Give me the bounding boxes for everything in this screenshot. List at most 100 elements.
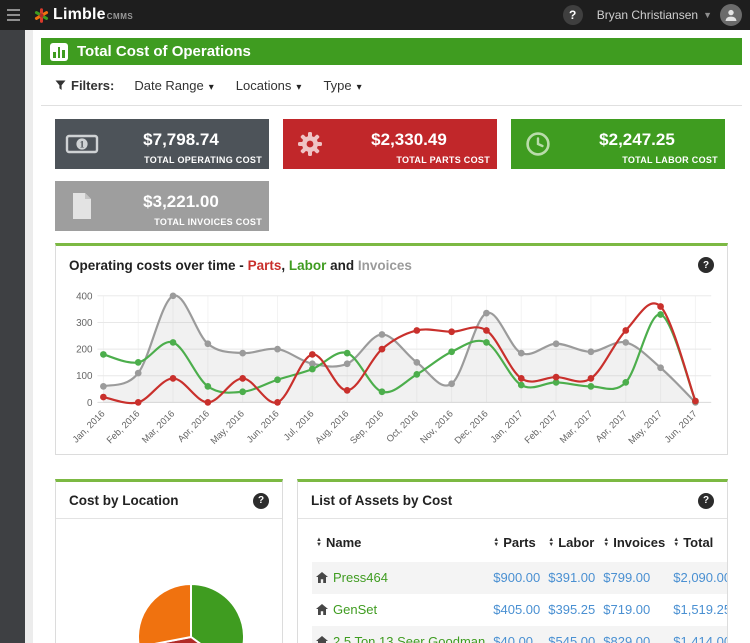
svg-text:Dec, 2016: Dec, 2016 [453,409,490,446]
operating-costs-line-chart: 0 100 200 300 400 Jan, 2016Feb, 2016Mar, 2016… [71,291,712,446]
stat-label: TOTAL PARTS COST [396,155,490,165]
cost-by-location-panel: Cost by Location [55,478,283,643]
total-cost-link[interactable]: $1,414.00 [673,634,727,643]
invoices-cost-link[interactable]: $829.00 [603,634,650,643]
svg-text:May, 2017: May, 2017 [626,409,663,446]
filter-locations[interactable]: Locations [236,78,302,93]
svg-text:Jun, 2017: Jun, 2017 [663,409,699,445]
help-icon[interactable] [562,5,583,25]
filter-date-range[interactable]: Date Range [134,78,213,93]
stat-card-labor: $2,247.25 TOTAL LABOR COST [511,119,725,169]
app: Limble CMMS Bryan Christiansen ▼ Total C… [0,0,750,643]
banknote-icon: 1 [63,133,101,155]
svg-text:Jun, 2016: Jun, 2016 [245,409,281,445]
svg-text:Jan, 2016: Jan, 2016 [71,409,107,445]
table-row: 2.5 Ton 13 Seer Goodman $40.00 $545.00 $… [312,625,727,643]
invoices-cost-link[interactable]: $799.00 [603,570,650,585]
page-title: Total Cost of Operations [77,43,251,60]
parts-cost-link[interactable]: $405.00 [493,602,540,617]
filters-bar: Filters: Date Range Locations Type [41,65,742,106]
svg-text:100: 100 [76,371,93,382]
svg-text:300: 300 [76,318,93,329]
filter-funnel-icon [55,80,66,90]
file-icon [63,192,101,220]
clock-icon [519,131,557,157]
table-row: GenSet $405.00 $395.25 $719.00 $1,519.25 [312,594,727,626]
operating-costs-chart-panel: Operating costs over time - Parts, Labor… [55,243,728,455]
col-header-total[interactable]: Total [669,529,727,562]
user-menu[interactable]: Bryan Christiansen [597,8,698,22]
stat-cards-row-2: $3,221.00 TOTAL INVOICES COST [55,181,725,231]
filters-label: Filters: [55,78,114,93]
svg-text:Jul, 2016: Jul, 2016 [282,409,316,443]
collapsed-sidebar[interactable] [0,30,25,643]
stat-label: TOTAL INVOICES COST [154,217,262,227]
stat-card-parts: $2,330.49 TOTAL PARTS COST [283,119,497,169]
home-icon [316,571,328,583]
sort-icon [548,538,554,548]
svg-text:Jan, 2017: Jan, 2017 [489,409,525,445]
filter-type[interactable]: Type [323,78,361,93]
chart-title-invoices: Invoices [357,257,412,273]
labor-cost-link[interactable]: $395.25 [548,602,595,617]
svg-text:Feb, 2017: Feb, 2017 [523,409,560,446]
person-icon [725,9,737,21]
assets-help-icon[interactable] [698,492,714,509]
svg-text:200: 200 [76,345,93,356]
home-icon [316,603,328,615]
col-header-invoices[interactable]: Invoices [599,529,669,562]
parts-cost-link[interactable]: $900.00 [493,570,540,585]
svg-text:Nov, 2016: Nov, 2016 [418,409,455,446]
svg-text:1: 1 [80,140,85,150]
stat-card-operating: 1 $7,798.74 TOTAL OPERATING COST [55,119,269,169]
col-header-parts[interactable]: Parts [489,529,544,562]
svg-text:Apr, 2017: Apr, 2017 [594,409,629,444]
asset-link[interactable]: Press464 [316,570,388,585]
pie-title: Cost by Location [69,493,179,509]
col-header-labor[interactable]: Labor [544,529,599,562]
cost-by-location-pie-chart [137,582,245,643]
table-row: Press464 $900.00 $391.00 $799.00 $2,090.… [312,561,727,594]
svg-text:0: 0 [87,398,93,409]
sort-icon [316,538,322,548]
stat-value: $2,330.49 [371,130,447,149]
col-header-name[interactable]: Name [312,529,489,562]
labor-cost-link[interactable]: $545.00 [548,634,595,643]
sort-icon [493,538,499,548]
parts-cost-link[interactable]: $40.00 [493,634,533,643]
sort-icon [673,538,679,548]
assets-by-cost-panel: List of Assets by Cost Name Parts Labor … [297,478,728,643]
invoices-cost-link[interactable]: $719.00 [603,602,650,617]
hamburger-menu-icon[interactable] [0,0,26,30]
chart-title-labor: Labor [288,257,327,273]
svg-text:May, 2016: May, 2016 [209,409,246,446]
pie-help-icon[interactable] [253,492,269,509]
svg-text:Mar, 2016: Mar, 2016 [140,409,177,446]
limble-logo[interactable]: Limble CMMS [34,6,133,24]
chart-help-icon[interactable] [698,257,714,273]
stat-value: $3,221.00 [143,192,219,211]
svg-text:Mar, 2017: Mar, 2017 [558,409,595,446]
limble-asterisk-icon [34,7,49,23]
total-cost-link[interactable]: $1,519.25 [673,602,727,617]
asset-link[interactable]: 2.5 Ton 13 Seer Goodman [316,634,485,643]
asset-link[interactable]: GenSet [316,602,377,617]
page-title-bar: Total Cost of Operations [41,38,742,65]
stat-value: $7,798.74 [143,130,219,149]
svg-text:Feb, 2016: Feb, 2016 [105,409,142,446]
assets-table-title: List of Assets by Cost [311,493,453,509]
top-navbar: Limble CMMS Bryan Christiansen ▼ [0,0,750,30]
labor-cost-link[interactable]: $391.00 [548,570,595,585]
svg-text:Aug, 2016: Aug, 2016 [313,409,350,446]
gear-icon [291,131,329,157]
svg-text:Apr, 2016: Apr, 2016 [176,409,211,444]
chevron-down-icon: ▼ [703,10,712,20]
svg-text:400: 400 [76,291,93,302]
brand-name: Limble [53,6,106,23]
stat-card-invoices: $3,221.00 TOTAL INVOICES COST [55,181,269,231]
total-cost-link[interactable]: $2,090.00 [673,570,727,585]
chart-title-parts: Parts [247,257,282,273]
assets-table: Name Parts Labor Invoices Total Press464… [312,529,727,643]
chart-title: Operating costs over time - Parts, Labor… [69,257,412,273]
avatar[interactable] [720,4,742,26]
